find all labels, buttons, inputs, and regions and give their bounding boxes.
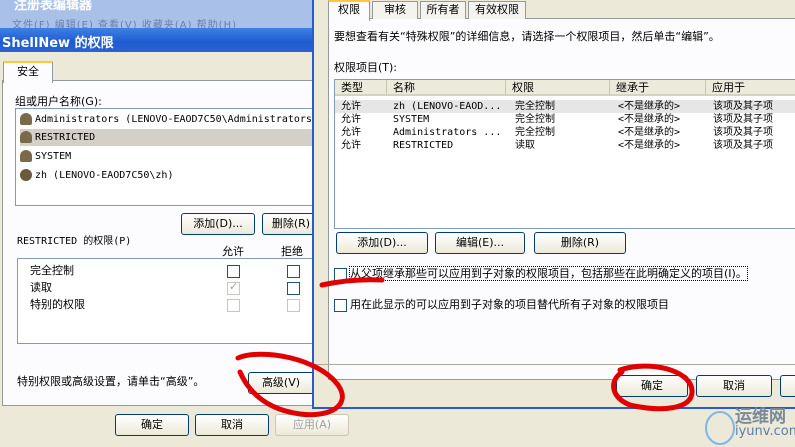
annotation-circle-advanced [235, 351, 345, 418]
watermark-swirl-icon [705, 411, 735, 445]
watermark-url: iyunv.com [735, 424, 795, 439]
annotation-circle-ok [611, 363, 695, 412]
red-annotation-marks [235, 277, 695, 418]
annotation-underline-inherit [319, 277, 385, 288]
